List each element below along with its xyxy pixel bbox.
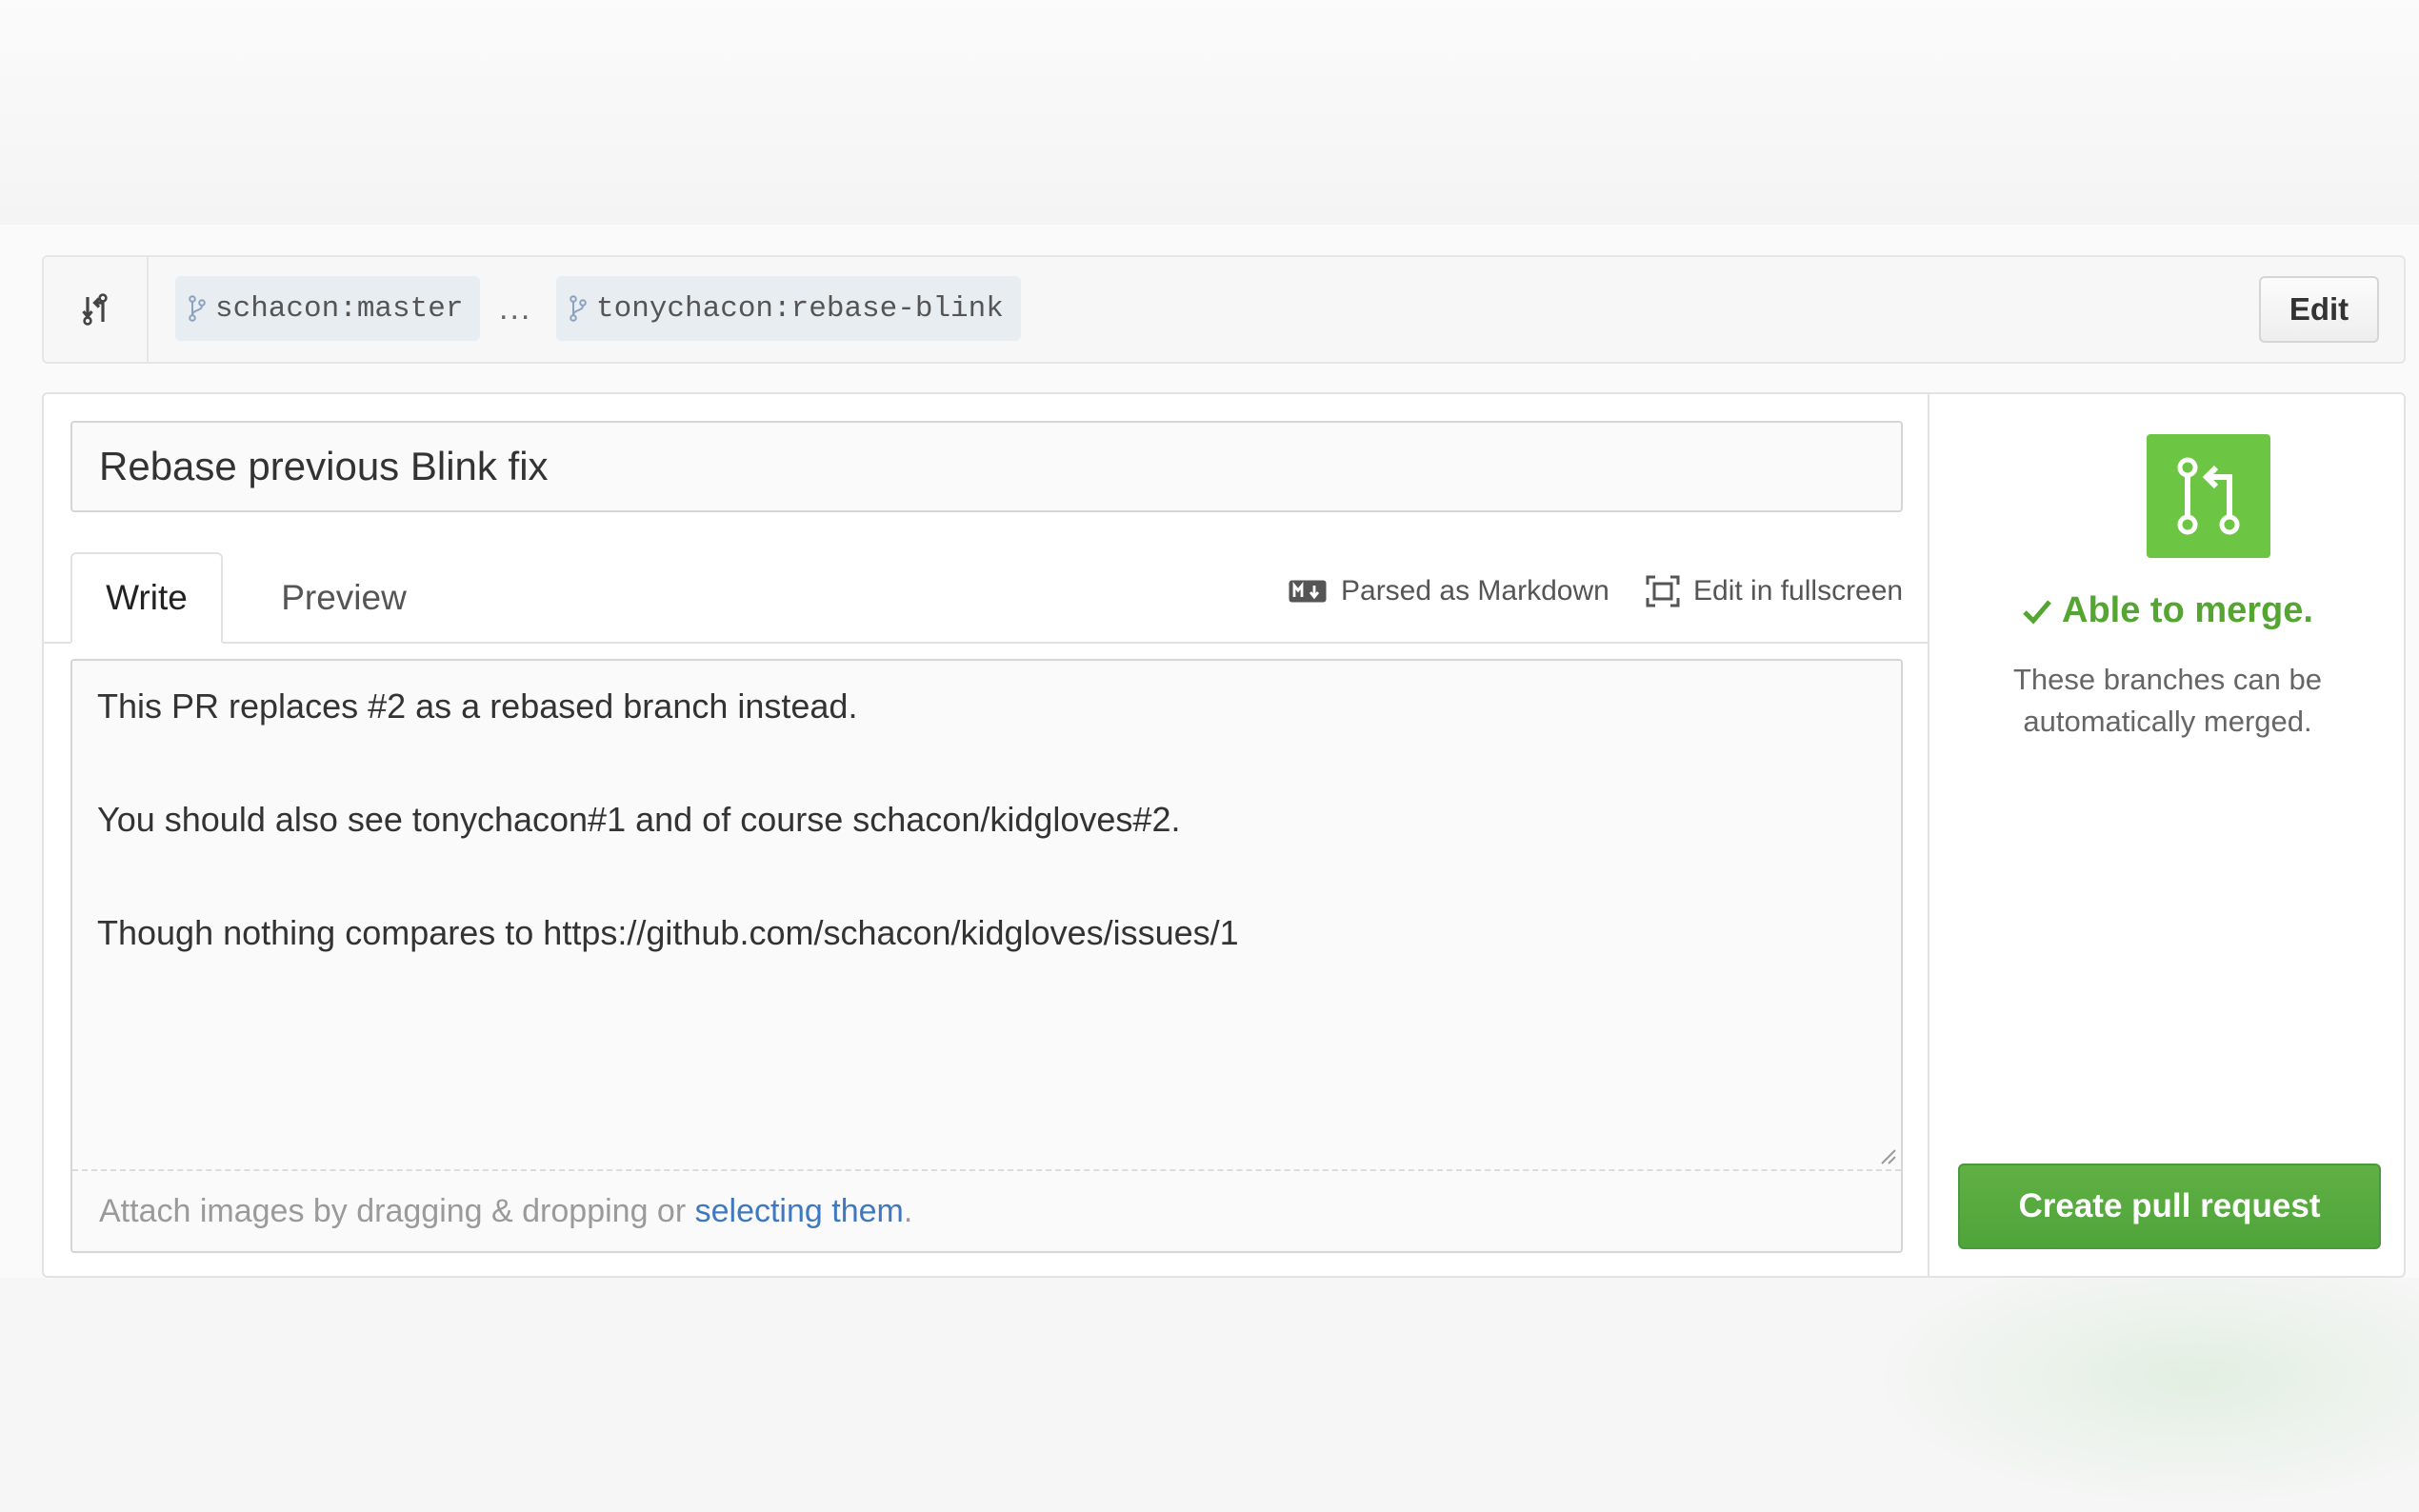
fullscreen-toggle[interactable]: Edit in fullscreen xyxy=(1646,539,1903,644)
pr-body-text[interactable]: This PR replaces #2 as a rebased branch … xyxy=(72,661,1901,1169)
page-top-background xyxy=(0,0,2419,225)
markdown-hint: Parsed as Markdown xyxy=(1288,539,1609,644)
git-pull-request-icon xyxy=(2147,434,2270,558)
select-files-link[interactable]: selecting them xyxy=(695,1193,904,1230)
tab-preview[interactable]: Preview xyxy=(263,552,425,644)
merge-status-label: Able to merge. xyxy=(2062,590,2313,630)
markdown-hint-label: Parsed as Markdown xyxy=(1341,575,1609,607)
page-bottom-glow xyxy=(1857,1266,2419,1512)
body-line: This PR replaces #2 as a rebased branch … xyxy=(97,686,858,726)
base-branch-label: schacon:master xyxy=(215,291,464,326)
attach-prefix: Attach images by dragging & dropping or xyxy=(99,1192,687,1229)
git-compare-icon xyxy=(82,293,108,326)
merge-description: These branches can be automatically merg… xyxy=(2013,663,2322,738)
merge-sidebar: Able to merge. These branches can be aut… xyxy=(1931,394,2404,1276)
fullscreen-label: Edit in fullscreen xyxy=(1693,575,1904,607)
body-line: You should also see tonychacon#1 and of … xyxy=(97,800,1181,839)
pr-title-input[interactable] xyxy=(70,421,1903,512)
merge-status: Able to merge. xyxy=(1931,590,2404,631)
discussion-panel: Write Preview Parsed as Markdown xyxy=(44,394,1929,1276)
pull-request-form: Write Preview Parsed as Markdown xyxy=(42,392,2406,1278)
base-branch-pill[interactable]: schacon:master xyxy=(175,276,481,341)
head-branch-label: tonychacon:rebase-blink xyxy=(596,291,1004,326)
screen-full-icon xyxy=(1646,575,1680,607)
body-line: Though nothing compares to https://githu… xyxy=(97,913,1239,952)
resize-handle-icon[interactable] xyxy=(1878,1146,1897,1165)
compare-icon-cell xyxy=(44,257,149,362)
git-branch-icon xyxy=(570,294,587,323)
compare-range-bar: schacon:master ... tonychacon:rebase-bli… xyxy=(42,255,2406,364)
head-branch-pill[interactable]: tonychacon:rebase-blink xyxy=(556,276,1021,341)
create-pull-request-button[interactable]: Create pull request xyxy=(1958,1164,2381,1249)
attach-suffix: . xyxy=(903,1192,913,1229)
check-icon xyxy=(2022,598,2052,625)
editor-tabs: Write Preview Parsed as Markdown Edit in… xyxy=(44,539,1928,644)
markdown-icon xyxy=(1288,579,1328,604)
git-branch-icon xyxy=(189,294,206,323)
pr-body-textarea[interactable]: This PR replaces #2 as a rebased branch … xyxy=(70,659,1903,1253)
attach-images-bar: Attach images by dragging & dropping or … xyxy=(72,1169,1901,1251)
edit-range-button[interactable]: Edit xyxy=(2259,276,2379,343)
range-separator: ... xyxy=(499,289,532,327)
tab-write[interactable]: Write xyxy=(70,552,223,644)
